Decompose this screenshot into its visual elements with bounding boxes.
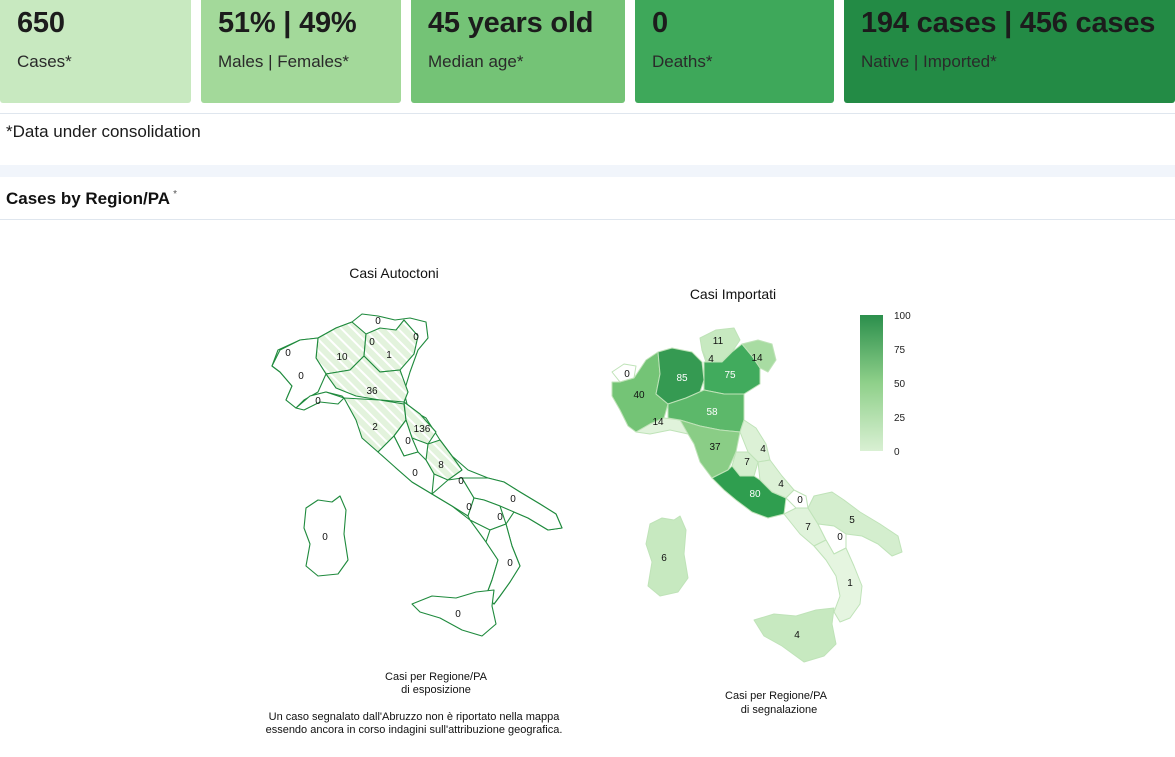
map2-title: Casi Importati — [690, 286, 776, 302]
map1-caption-line2: di esposizione — [401, 684, 471, 696]
map1-label: 0 — [322, 532, 328, 543]
map2-label: 14 — [652, 417, 664, 428]
map2-label: 14 — [751, 353, 763, 364]
map2-label: 0 — [797, 495, 803, 506]
map1-label: 0 — [455, 609, 461, 620]
legend-tick: 0 — [894, 447, 900, 458]
map2-label: 4 — [778, 479, 784, 490]
map1-label: 0 — [369, 337, 375, 348]
map1-label: 0 — [405, 436, 411, 447]
map1-label: 0 — [285, 348, 291, 359]
map2-caption-line1: Casi per Regione/PA — [725, 690, 828, 702]
map2-label: 80 — [749, 489, 761, 500]
map2-label: 40 — [633, 390, 645, 401]
legend-colorbar — [860, 315, 883, 451]
map2-caption-line2: di segnalazione — [741, 704, 817, 716]
legend-tick: 50 — [894, 379, 906, 390]
map1-title: Casi Autoctoni — [349, 265, 439, 281]
map1-label: 0 — [413, 332, 419, 343]
map2-label: 0 — [624, 369, 630, 380]
map1-label: 0 — [298, 371, 304, 382]
map1-label: 0 — [510, 494, 516, 505]
map1-label: 0 — [466, 502, 472, 513]
legend-tick: 75 — [894, 345, 906, 356]
legend-tick: 100 — [894, 311, 911, 322]
map2-label: 58 — [706, 407, 718, 418]
map2-label: 5 — [849, 515, 855, 526]
map1-caption-line1: Casi per Regione/PA — [385, 671, 488, 683]
map2-label: 6 — [661, 553, 667, 564]
map2-region-sardegna — [645, 515, 689, 597]
map1-label: 0 — [412, 468, 418, 479]
map1-label: 136 — [414, 424, 431, 435]
map1-label: 0 — [375, 316, 381, 327]
map1-region-sicilia — [411, 589, 497, 637]
map1-label: 0 — [315, 396, 321, 407]
map1-label: 0 — [507, 558, 513, 569]
map1-label: 0 — [458, 476, 464, 487]
map2-label: 0 — [837, 532, 843, 543]
map1-label: 0 — [497, 512, 503, 523]
map2-label: 7 — [805, 522, 811, 533]
map2-label: 85 — [676, 373, 688, 384]
legend-tick: 25 — [894, 413, 906, 424]
map1-label: 8 — [438, 460, 444, 471]
map1-label: 36 — [366, 386, 378, 397]
map2-label: 11 — [713, 336, 724, 347]
map2-label: 4 — [708, 354, 714, 365]
map2-legend: 100 75 50 25 0 — [860, 311, 911, 458]
map1-footnote-line1: Un caso segnalato dall'Abruzzo non è rip… — [269, 711, 561, 723]
map1-label: 10 — [336, 352, 348, 363]
map2-label: 4 — [794, 630, 800, 641]
map1-label: 1 — [386, 350, 392, 361]
maps-figure: Casi Autoctoni 0 0 10 0 1 0 0 36 0 2 136… — [266, 265, 912, 736]
map2-label: 75 — [724, 370, 736, 381]
map2-label: 4 — [760, 444, 766, 455]
map1-label: 2 — [372, 422, 378, 433]
map2-label: 7 — [744, 457, 750, 468]
map2-label: 1 — [847, 578, 853, 589]
map2-label: 37 — [709, 442, 721, 453]
map1-footnote-line2: essendo ancora in corso indagini sull'at… — [266, 724, 563, 736]
